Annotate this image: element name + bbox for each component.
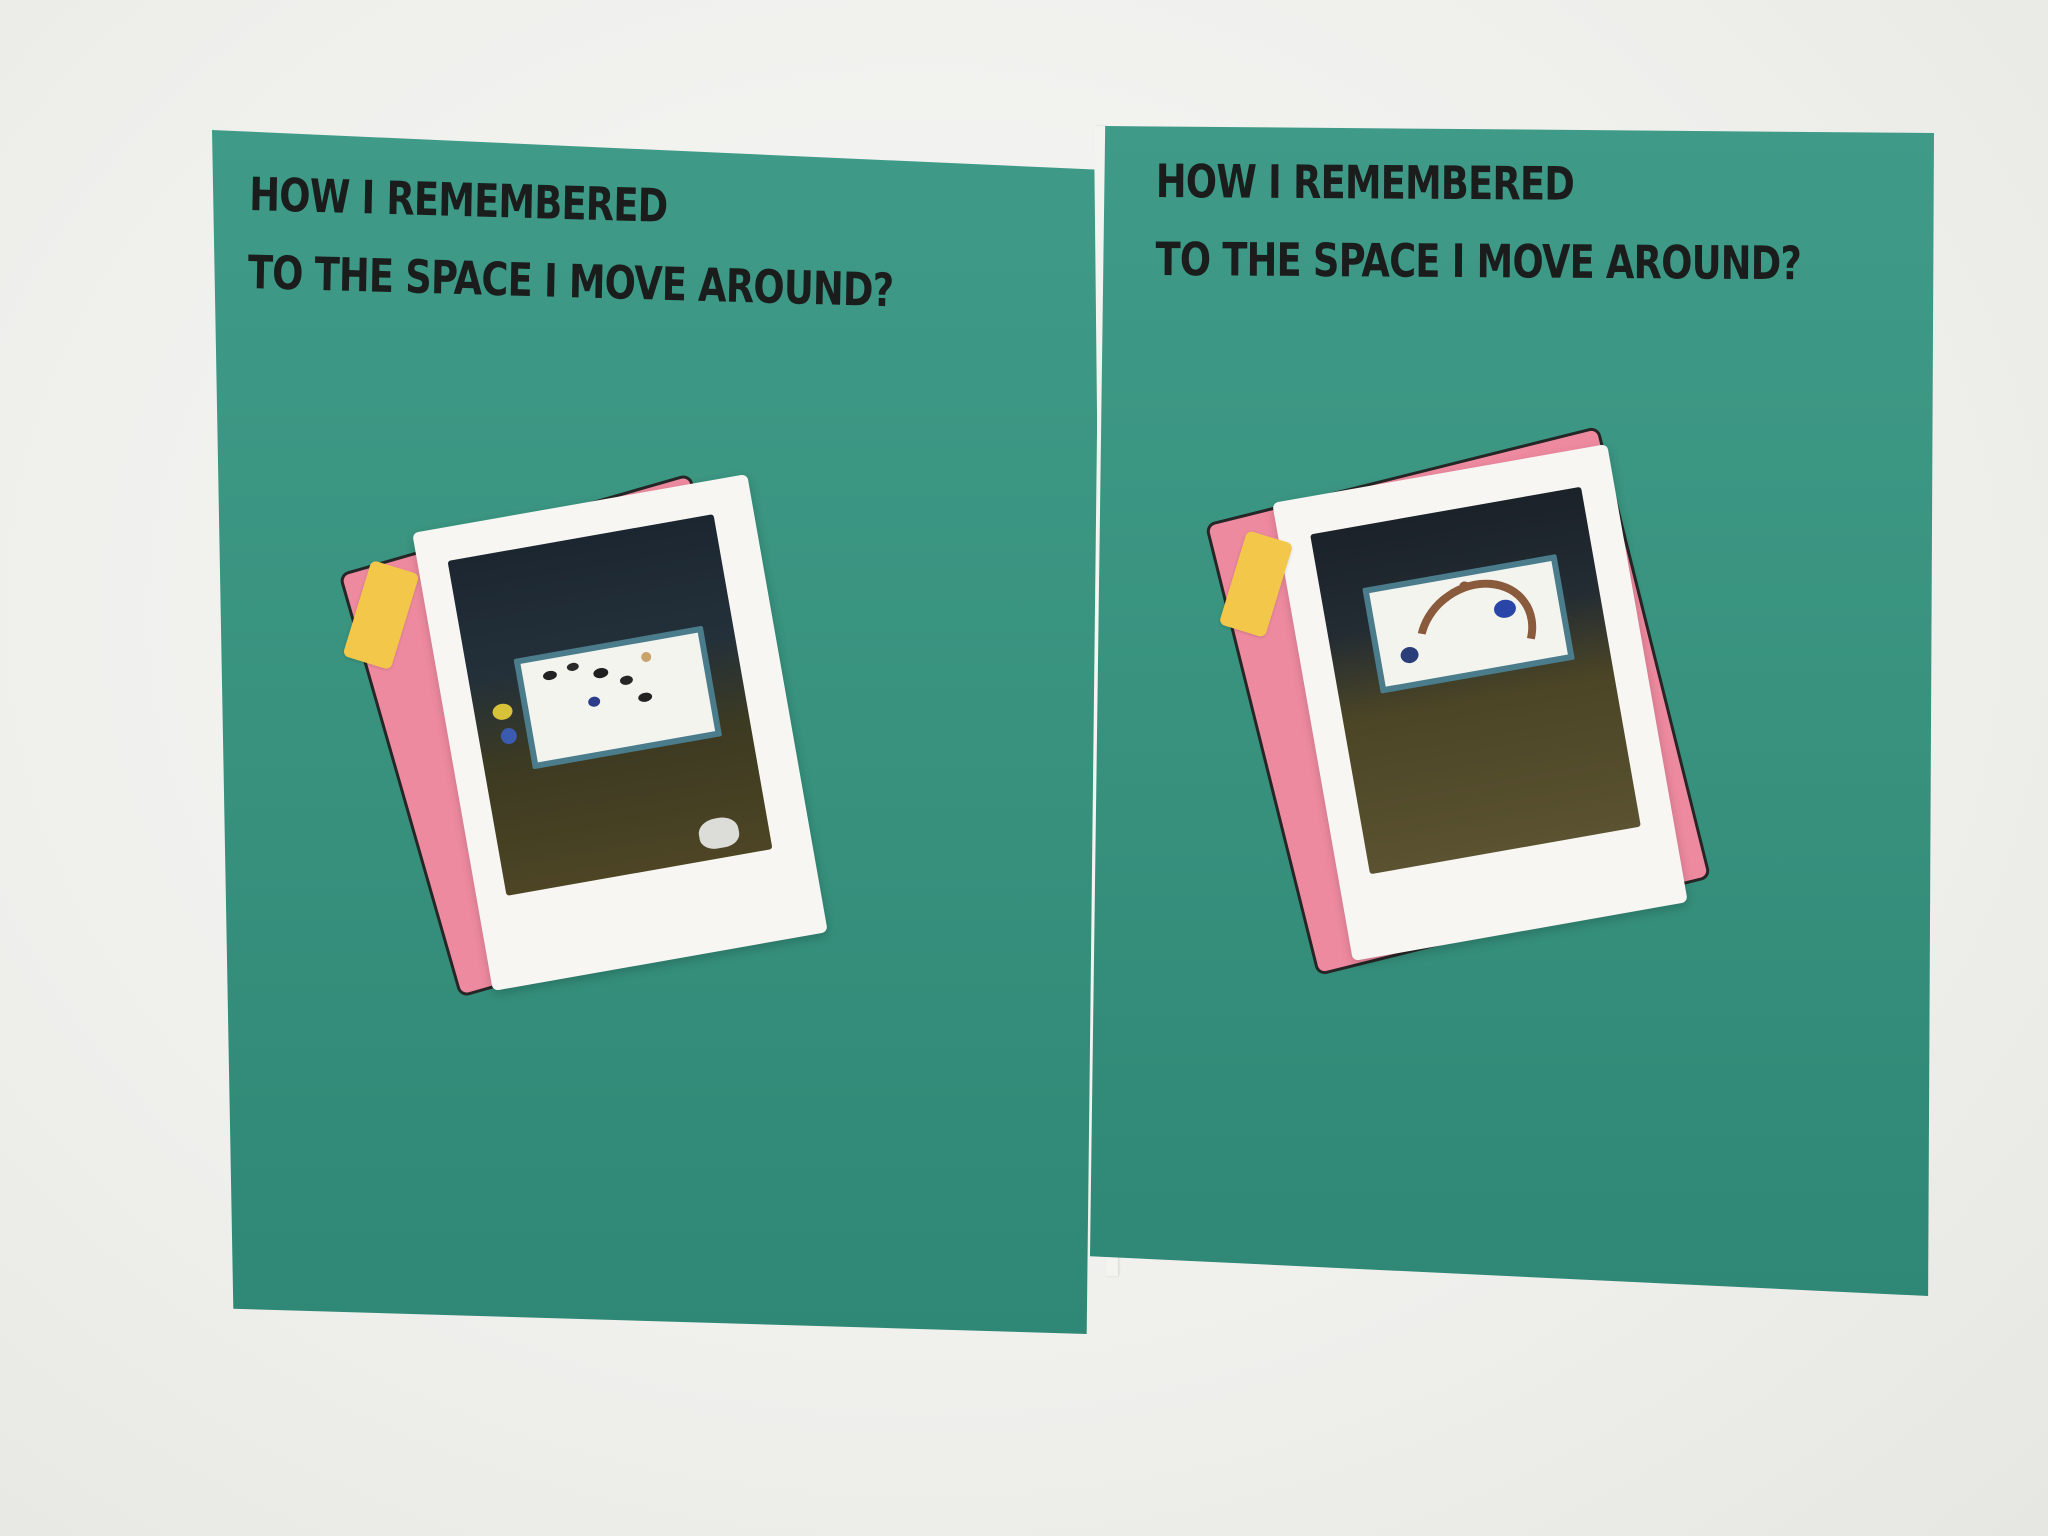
figurine — [637, 691, 653, 703]
instant-photo — [1310, 486, 1641, 875]
poster-right-headline: HOW I REMEMBERED TO THE SPACE I MOVE ARO… — [1155, 142, 1801, 302]
shoe — [696, 814, 742, 852]
headline-line-1: HOW I REMEMBERED — [1155, 153, 1575, 211]
figurine — [587, 695, 601, 708]
headline-line-2: TO THE SPACE I MOVE AROUND? — [1155, 231, 1802, 291]
figurine — [566, 661, 580, 672]
figurine — [619, 674, 634, 686]
figurine — [542, 669, 558, 682]
figurine — [640, 651, 653, 663]
toy-figure — [499, 726, 519, 746]
sand-tray — [1362, 554, 1575, 716]
figurine — [592, 666, 610, 680]
sand-path — [1394, 556, 1559, 716]
sand-tray — [513, 625, 723, 770]
toy-figure — [491, 702, 514, 722]
poster-left-headline: HOW I REMEMBERED TO THE SPACE I MOVE ARO… — [247, 155, 895, 329]
